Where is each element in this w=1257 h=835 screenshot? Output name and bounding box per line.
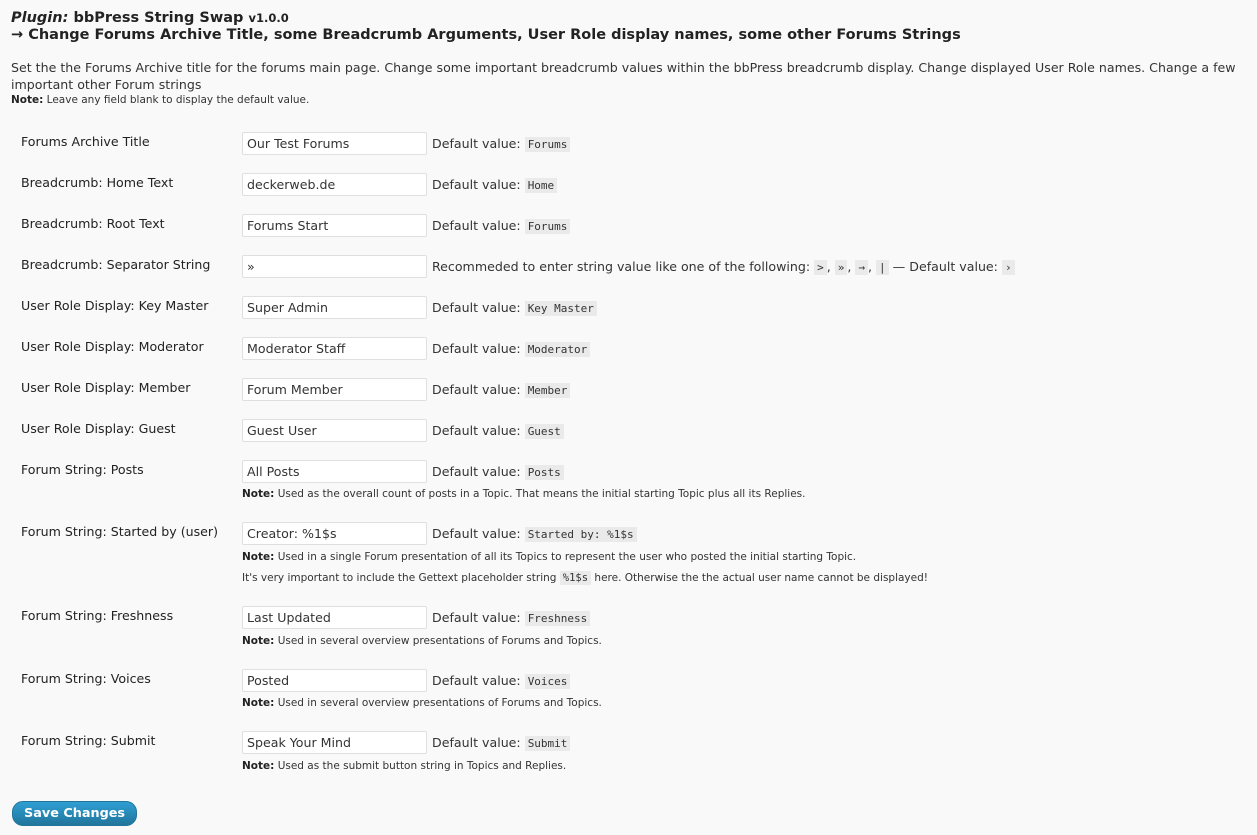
- default-value-code: Key Master: [524, 301, 597, 316]
- field-note: Note: Used in a single Forum presentatio…: [242, 551, 857, 563]
- role-key-master-input[interactable]: [242, 296, 427, 319]
- default-value-code: Started by: %1$s: [524, 527, 637, 542]
- plugin-version: v1.0.0: [248, 11, 289, 25]
- breadcrumb-root-input[interactable]: [242, 214, 427, 237]
- settings-page: Plugin: bbPress String Swap v1.0.0 → Cha…: [0, 0, 1257, 835]
- field-label: Forum String: Posts: [21, 462, 144, 477]
- string-voices-input[interactable]: [242, 669, 427, 692]
- field-label: Forum String: Voices: [21, 671, 151, 686]
- separator-option: →: [855, 260, 869, 275]
- string-posts-input[interactable]: [242, 460, 427, 483]
- placeholder-code: %1$s: [559, 571, 592, 585]
- default-note: Note: Leave any field blank to display t…: [11, 94, 309, 106]
- breadcrumb-home-input[interactable]: [242, 173, 427, 196]
- separator-option: »: [834, 260, 848, 275]
- default-value-text: Default value: Home: [432, 177, 558, 193]
- default-value-code: Voices: [524, 674, 571, 689]
- default-value-text: Default value: Submit: [432, 735, 571, 751]
- field-note: Note: Used as the overall count of posts…: [242, 488, 806, 500]
- default-value-code: Moderator: [524, 342, 591, 357]
- default-value-code: Submit: [524, 736, 571, 751]
- default-value-text: Default value: Voices: [432, 673, 571, 689]
- field-label: Breadcrumb: Separator String: [21, 257, 211, 272]
- field-label: Breadcrumb: Home Text: [21, 175, 174, 190]
- default-value-code: Member: [524, 383, 571, 398]
- default-value-text: Default value: Posts: [432, 464, 564, 480]
- plugin-title-prefix: Plugin:: [11, 10, 69, 26]
- default-value-code: Freshness: [524, 611, 591, 626]
- field-note: Note: Used in several overview presentat…: [242, 635, 602, 647]
- save-changes-button[interactable]: Save Changes: [12, 801, 138, 826]
- string-freshness-input[interactable]: [242, 606, 427, 629]
- default-value-code: Posts: [524, 465, 564, 480]
- field-label: Forums Archive Title: [21, 134, 150, 149]
- default-value-code: Guest: [524, 424, 564, 439]
- field-label: Forum String: Submit: [21, 733, 156, 748]
- plugin-name: bbPress String Swap: [73, 10, 244, 26]
- default-value-code: Home: [524, 178, 558, 193]
- default-value-text: Default value: Guest: [432, 423, 564, 439]
- field-label: User Role Display: Moderator: [21, 339, 204, 354]
- separator-option: |: [876, 260, 889, 275]
- breadcrumb-separator-input[interactable]: [242, 255, 427, 278]
- string-started-by-input[interactable]: [242, 522, 427, 545]
- plugin-title: Plugin: bbPress String Swap v1.0.0: [11, 10, 289, 26]
- field-label: User Role Display: Member: [21, 380, 191, 395]
- role-member-input[interactable]: [242, 378, 427, 401]
- field-label: Breadcrumb: Root Text: [21, 216, 165, 231]
- field-label: Forum String: Started by (user): [21, 524, 219, 539]
- default-value-text: Default value: Started by: %1$s: [432, 526, 637, 542]
- forums-archive-title-input[interactable]: [242, 132, 427, 155]
- field-label: User Role Display: Guest: [21, 421, 176, 436]
- field-label: User Role Display: Key Master: [21, 298, 209, 313]
- default-value-code: Forums: [524, 137, 571, 152]
- field-note: Note: Used as the submit button string i…: [242, 760, 567, 772]
- placeholder-warning: It's very important to include the Gette…: [242, 571, 928, 585]
- field-note: Note: Used in several overview presentat…: [242, 697, 602, 709]
- separator-recommendation: Recommeded to enter string value like on…: [432, 259, 1015, 275]
- role-guest-input[interactable]: [242, 419, 427, 442]
- default-value-text: Default value: Freshness: [432, 610, 591, 626]
- note-label: Note:: [11, 94, 44, 106]
- field-label: Forum String: Freshness: [21, 608, 174, 623]
- default-value-text: Default value: Moderator: [432, 341, 591, 357]
- intro-text: Set the the Forums Archive title for the…: [11, 60, 1236, 92]
- separator-option: >: [814, 260, 827, 275]
- default-value-text: Default value: Forums: [432, 136, 571, 152]
- default-value-text: Default value: Forums: [432, 218, 571, 234]
- default-value-code: ›: [1001, 260, 1015, 275]
- default-value-text: Default value: Member: [432, 382, 571, 398]
- default-value-text: Default value: Key Master: [432, 300, 597, 316]
- default-value-code: Forums: [524, 219, 571, 234]
- note-text: Leave any field blank to display the def…: [43, 94, 310, 106]
- plugin-subtitle: → Change Forums Archive Title, some Brea…: [11, 27, 961, 43]
- role-moderator-input[interactable]: [242, 337, 427, 360]
- string-submit-input[interactable]: [242, 731, 427, 754]
